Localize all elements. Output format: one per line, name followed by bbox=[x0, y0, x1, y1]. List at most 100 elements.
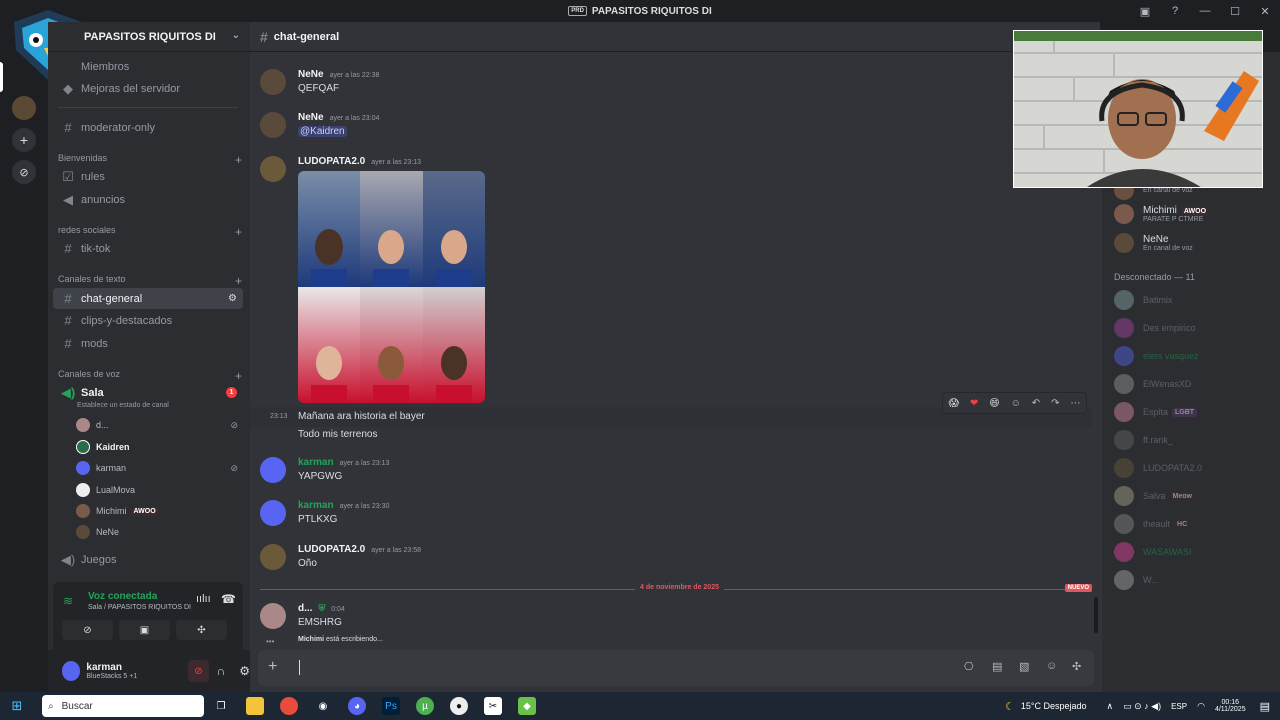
add-reaction-icon[interactable]: ☺ bbox=[1011, 398, 1021, 409]
language-indicator[interactable]: ESP bbox=[1171, 702, 1187, 711]
member-item[interactable]: ff.rank_ bbox=[1114, 429, 1274, 451]
steam-icon[interactable]: ◉ bbox=[314, 697, 332, 715]
category-voz[interactable]: Canales de voz + bbox=[58, 369, 242, 383]
category-bienvenidas[interactable]: Bienvenidas + bbox=[58, 153, 242, 167]
member-item[interactable]: WASAWASI bbox=[1114, 541, 1274, 563]
voice-user[interactable]: Kaidren bbox=[76, 437, 244, 457]
author[interactable]: NeNe bbox=[298, 69, 324, 80]
member-item[interactable]: Batimix bbox=[1114, 289, 1274, 311]
author[interactable]: LUDOPATA2.0 bbox=[298, 544, 365, 555]
windows-start-icon[interactable]: ⊞ bbox=[8, 697, 26, 715]
apps-icon[interactable]: ✣ bbox=[1072, 660, 1081, 673]
reply-icon[interactable]: ↶ bbox=[1032, 398, 1040, 409]
disconnect-icon[interactable]: ☎ bbox=[221, 592, 236, 606]
obs-icon[interactable]: ● bbox=[450, 697, 468, 715]
task-view-icon[interactable]: ❐ bbox=[212, 697, 230, 715]
channel-tik-tok[interactable]: # tik-tok bbox=[53, 238, 243, 259]
emoji-icon[interactable]: ☺ bbox=[1046, 660, 1057, 672]
heart-icon[interactable]: ❤ bbox=[970, 398, 978, 409]
add-channel-icon[interactable]: + bbox=[235, 225, 242, 239]
avatar[interactable] bbox=[260, 69, 286, 95]
gift-icon[interactable]: ⎔ bbox=[964, 660, 974, 673]
sidebar-item-members[interactable]: Miembros bbox=[53, 56, 243, 77]
channel-mods[interactable]: # mods bbox=[53, 333, 243, 354]
forward-icon[interactable]: ↷ bbox=[1051, 398, 1059, 409]
avatar[interactable] bbox=[260, 544, 286, 570]
gear-icon[interactable]: ⚙ bbox=[239, 664, 250, 678]
taskbar-search[interactable]: ⌕ Buscar bbox=[42, 695, 204, 717]
member-item[interactable]: theault HC bbox=[1114, 513, 1274, 535]
member-item[interactable]: W... bbox=[1114, 569, 1274, 591]
voice-user[interactable]: Michimi AWOO bbox=[76, 501, 244, 521]
member-item[interactable]: Espita LGBT bbox=[1114, 401, 1274, 423]
notifications-icon[interactable]: ▤ bbox=[1260, 700, 1270, 713]
author[interactable]: karman bbox=[298, 457, 334, 468]
avatar[interactable] bbox=[260, 156, 286, 182]
tray-apps-icon[interactable]: ▭ ⊙ ♪ ◀) bbox=[1123, 701, 1161, 712]
channel-chat-general[interactable]: # chat-general ⚙ bbox=[53, 288, 243, 309]
add-server-icon[interactable]: + bbox=[12, 128, 36, 152]
inbox-icon[interactable]: ▣ bbox=[1130, 5, 1160, 18]
avatar[interactable] bbox=[260, 500, 286, 526]
file-explorer-icon[interactable] bbox=[246, 697, 264, 715]
member-item[interactable]: NeNe En canal de voz bbox=[1114, 232, 1274, 254]
activities-button[interactable]: ✣ bbox=[176, 620, 227, 640]
discord-icon[interactable]: ◕ bbox=[348, 697, 366, 715]
voice-user[interactable]: NeNe bbox=[76, 522, 244, 542]
help-icon[interactable]: ? bbox=[1160, 5, 1190, 17]
author[interactable]: d... bbox=[298, 603, 312, 614]
scrollbar[interactable] bbox=[1094, 597, 1098, 633]
utorrent-icon[interactable]: µ bbox=[416, 697, 434, 715]
capcut-icon[interactable]: ✂ bbox=[484, 697, 502, 715]
author[interactable]: karman bbox=[298, 500, 334, 511]
voice-user[interactable]: d... ⊘ bbox=[76, 415, 244, 435]
avatar[interactable] bbox=[260, 603, 286, 629]
more-icon[interactable]: ⋯ bbox=[1070, 398, 1080, 409]
add-channel-icon[interactable]: + bbox=[235, 153, 242, 167]
channel-clips[interactable]: # clips-y-destacados bbox=[53, 310, 243, 331]
message-input[interactable]: + ⎔ ▤ ▧ ☺ ✣ bbox=[258, 650, 1094, 686]
member-item[interactable]: elers vasquez bbox=[1114, 345, 1274, 367]
tray-chevron-icon[interactable]: ∧ bbox=[1107, 701, 1114, 712]
sticker-icon[interactable]: ▧ bbox=[1019, 660, 1029, 673]
photoshop-icon[interactable]: Ps bbox=[382, 697, 400, 715]
sidebar-item-boosts[interactable]: ◆ Mejoras del servidor bbox=[53, 78, 243, 99]
mute-mic-icon[interactable]: ⊘ bbox=[188, 660, 209, 682]
chrome-icon[interactable] bbox=[280, 697, 298, 715]
member-item[interactable]: Michimi AWOO PARATE P CTMRE bbox=[1114, 203, 1274, 225]
add-attachment-icon[interactable]: + bbox=[268, 658, 277, 676]
voice-status-text[interactable]: Voz conectada bbox=[88, 591, 157, 602]
voice-user[interactable]: karman ⊘ bbox=[76, 458, 244, 478]
clock[interactable]: 00:16 4/11/2025 bbox=[1215, 699, 1246, 713]
category-redes[interactable]: redes sociales + bbox=[58, 225, 242, 239]
soundboard-icon[interactable]: ıılıı bbox=[196, 593, 211, 605]
voice-channel-sala[interactable]: ◀) Sala 1 bbox=[53, 382, 243, 403]
laugh-emoji-icon[interactable]: 😄 bbox=[989, 398, 999, 409]
gif-icon[interactable]: ▤ bbox=[992, 660, 1002, 673]
member-item[interactable]: ElWenasXD bbox=[1114, 373, 1274, 395]
wifi-icon[interactable]: ◠ bbox=[1197, 701, 1205, 712]
image-attachment[interactable] bbox=[298, 171, 485, 403]
author[interactable]: NeNe bbox=[298, 112, 324, 123]
bluestacks-icon[interactable]: ◆ bbox=[518, 697, 536, 715]
avatar[interactable] bbox=[260, 112, 286, 138]
add-channel-icon[interactable]: + bbox=[235, 369, 242, 383]
scream-emoji-icon[interactable]: 😱 bbox=[948, 398, 958, 409]
category-texto[interactable]: Canales de texto + bbox=[58, 274, 242, 288]
voice-user[interactable]: LualMova bbox=[76, 480, 244, 500]
server-icon[interactable] bbox=[12, 96, 36, 120]
avatar[interactable] bbox=[260, 457, 286, 483]
screen-share-button[interactable]: ▣ bbox=[119, 620, 170, 640]
discover-icon[interactable]: ⊘ bbox=[12, 160, 36, 184]
member-item[interactable]: Salva Meow bbox=[1114, 485, 1274, 507]
voice-status[interactable]: Establece un estado de canal bbox=[77, 402, 169, 409]
voice-channel-juegos[interactable]: ◀) Juegos bbox=[53, 549, 243, 570]
author[interactable]: LUDOPATA2.0 bbox=[298, 156, 365, 167]
mention[interactable]: @Kaidren bbox=[298, 126, 347, 137]
channel-anuncios[interactable]: ◀ anuncios bbox=[53, 189, 243, 210]
channel-rules[interactable]: ☑ rules bbox=[53, 166, 243, 187]
member-item[interactable]: LUDOPATA2.0 bbox=[1114, 457, 1274, 479]
minimize-button[interactable]: — bbox=[1190, 5, 1220, 17]
maximize-button[interactable]: ☐ bbox=[1220, 5, 1250, 18]
weather-text[interactable]: 15°C Despejado bbox=[1021, 701, 1087, 711]
